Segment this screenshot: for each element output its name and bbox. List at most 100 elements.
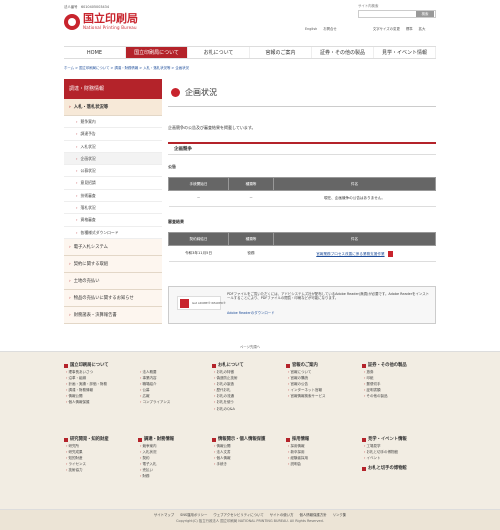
footer-link[interactable]: 技術協力: [64, 467, 138, 473]
nav-banknotes[interactable]: お札について: [188, 47, 250, 58]
sidebar-sub-item[interactable]: 調達予告: [64, 128, 162, 141]
adobe-badge-text: Get ADOBE® READER®: [192, 301, 226, 305]
footer-bar-link[interactable]: 個人情報保護方針: [299, 513, 326, 517]
sidebar-sub-item[interactable]: 入札状況: [64, 140, 162, 153]
sidebar-title[interactable]: 調達・財務情報: [64, 79, 162, 99]
site-header: 法人番号 6010405003434 国立印刷局 National Printi…: [0, 0, 500, 44]
sidebar-sub-item[interactable]: 技術審査: [64, 189, 162, 203]
font-size-normal-button[interactable]: 標準: [406, 27, 413, 31]
footer-col-research: 研究開発・知的財産 研究所 研究成果 知的財産 ライセンス 技術協力: [64, 436, 138, 473]
footer-bar-link[interactable]: SNS運用ポリシー: [180, 513, 207, 517]
logo-mark-icon: [64, 13, 80, 30]
site-logo[interactable]: 国立印刷局 National Printing Bureau: [64, 13, 138, 30]
col-header: 種類等: [228, 177, 274, 191]
result-label: 審査結果: [168, 219, 184, 224]
sidebar-sub-item[interactable]: 資格審査: [64, 214, 162, 227]
cell-type: －: [228, 190, 274, 207]
footer-bar-link[interactable]: サイトの使い方: [270, 513, 294, 517]
footer-link[interactable]: コンプライアンス: [138, 399, 212, 405]
logo-text-en: National Printing Bureau: [83, 25, 137, 30]
sidebar-sub-item-current[interactable]: 企画状況: [64, 152, 162, 166]
footer-heading[interactable]: 調達・財務情報: [138, 436, 212, 443]
title-bullet-icon: [171, 88, 180, 97]
nav-home[interactable]: HOME: [64, 47, 126, 58]
col-header: 件名: [273, 177, 436, 191]
notice-label: 公告: [168, 164, 176, 169]
footer-col-recruit: 採用情報 採用情報 新卒採用 経験者採用 説明会: [286, 436, 360, 467]
footer-heading[interactable]: 見学・イベント情報: [362, 436, 436, 443]
intro-text: 企画競争の公告及び審査結果を掲載しています。: [168, 125, 256, 130]
footer-bar: サイトマップ SNS運用ポリシー ウェブアクセシビリティについて サイトの使い方…: [0, 509, 500, 530]
nav-tours[interactable]: 見学・イベント情報: [374, 47, 436, 58]
nav-gazette[interactable]: 官報のご案内: [250, 47, 312, 58]
footer-col-products: 証券・その他の製品 旅券 印紙 郵便切手 証明書類 その他の製品: [362, 362, 436, 399]
adobe-reader-download-link[interactable]: Adobe Readerのダウンロード: [227, 311, 275, 315]
footer-heading[interactable]: 官報のご案内: [286, 362, 360, 369]
font-size-label: 文字サイズの変更: [372, 27, 400, 31]
page-top-link[interactable]: ページ先頭へ: [0, 345, 500, 349]
table-row: 令和3年11月5日 役務 官報業務プロセス改善に係る業務支援作業: [168, 245, 436, 262]
logo-text-jp: 国立印刷局: [83, 12, 138, 25]
footer-link[interactable]: その他の製品: [362, 393, 436, 399]
footer-bar-link[interactable]: サイトマップ: [154, 513, 174, 517]
sidebar-item[interactable]: 契約に関する取組: [64, 255, 162, 273]
subject-pdf-link[interactable]: 官報業務プロセス改善に係る業務支援作業: [316, 252, 384, 256]
sidebar-item[interactable]: 土地の売払い: [64, 272, 162, 290]
footer-heading[interactable]: 採用情報: [286, 436, 360, 443]
footer-link[interactable]: 個人情報保護: [64, 399, 138, 405]
result-table: 契約締結日 種類等 件名 令和3年11月5日 役務 官報業務プロセス改善に係る業…: [168, 232, 436, 262]
footer-bar-link[interactable]: リンク集: [333, 513, 347, 517]
cell-subject: 官報業務プロセス改善に係る業務支援作業: [273, 245, 436, 262]
footer-bar-links: サイトマップ SNS運用ポリシー ウェブアクセシビリティについて サイトの使い方…: [0, 513, 500, 517]
notice-table: 手続開始日 種類等 件名 － － 現在、企画競争の公告はありません。: [168, 177, 436, 207]
corporate-number: 法人番号 6010405003434: [64, 5, 109, 9]
page-title: 企画状況: [185, 88, 217, 97]
sidebar-item[interactable]: 財務諸表・決算報告書: [64, 306, 162, 324]
footer-heading[interactable]: お札について: [212, 362, 286, 369]
copyright: Copyright(C) 独立行政法人 国立印刷局 NATIONAL PRINT…: [176, 519, 324, 524]
cell-date: 令和3年11月5日: [168, 245, 229, 262]
sidebar-sub-item[interactable]: 各種様式ダウンロード: [64, 226, 162, 239]
cell-date: －: [168, 190, 229, 207]
footer-link[interactable]: 官報情報検索サービス: [286, 393, 360, 399]
col-header: 件名: [273, 232, 436, 246]
sidebar-item[interactable]: 物品の売払いに関するお知らせ: [64, 289, 162, 307]
footer-link[interactable]: イベント: [362, 455, 436, 461]
footer-heading[interactable]: 研究開発・知的財産: [64, 436, 138, 443]
footer-heading[interactable]: 情報開示・個人情報保護: [212, 436, 286, 443]
breadcrumb[interactable]: ホーム > 国立印刷局について > 調達・財務情報 > 入札・落札状況等 > 企…: [64, 66, 189, 70]
footer-bar-link[interactable]: ウェブアクセシビリティについて: [213, 513, 263, 517]
footer-col-banknotes: お札について お札の特徴 偽造防止技術 お札の製造 歴代お札 お札の流通 お札を…: [212, 362, 286, 412]
footer-heading[interactable]: 証券・その他の製品: [362, 362, 436, 369]
col-header: 種類等: [228, 232, 274, 246]
section-heading: 企画競争: [168, 142, 436, 155]
sidebar-item[interactable]: 電子入札システム: [64, 238, 162, 256]
contact-link[interactable]: お問合せ: [323, 27, 337, 31]
site-footer: 国立印刷局について 理事長あいさつ 沿革・組織 計画・実績・評価・財務 調達・財…: [0, 351, 500, 530]
footer-link[interactable]: 手続き: [212, 461, 286, 467]
footer-heading[interactable]: 国立印刷局について: [64, 362, 138, 369]
footer-col-procurement: 調達・財務情報 競争案内 入札状況 契約 電子入札 売払い 財務: [138, 436, 212, 480]
sidebar-item-bidding[interactable]: 入札・落札状況等: [64, 99, 162, 116]
pdf-notice-text: PDFファイルをご覧いただくには、アドビシステムズ社が配布しているAdobe R…: [227, 292, 430, 301]
cell-type: 役務: [228, 245, 274, 262]
sidebar-sub-item[interactable]: 意見招請: [64, 177, 162, 190]
cell-subject: 現在、企画競争の公告はありません。: [273, 190, 436, 207]
nav-products[interactable]: 証券・その他の製品: [312, 47, 374, 58]
nav-about[interactable]: 国立印刷局について: [126, 47, 188, 58]
pdf-icon: [387, 250, 393, 257]
search-button[interactable]: 検索: [416, 11, 434, 17]
font-size-large-button[interactable]: 拡大: [419, 27, 426, 31]
english-link[interactable]: English: [305, 27, 317, 31]
sidebar: 調達・財務情報 入札・落札状況等 競争案内 調達予告 入札状況 企画状況 公募状…: [64, 79, 162, 324]
footer-link[interactable]: 財務: [138, 473, 212, 479]
sidebar-sub-item[interactable]: 落札状況: [64, 202, 162, 215]
footer-link[interactable]: お札のQ&A: [212, 406, 286, 412]
footer-heading-museum[interactable]: お札と切手の博物館: [362, 465, 436, 472]
footer-link[interactable]: 説明会: [286, 461, 360, 467]
page-title-bar: 企画状況: [168, 79, 436, 107]
pdf-notice-box: Get ADOBE® READER® PDFファイルをご覧いただくには、アドビシ…: [168, 286, 436, 324]
get-adobe-reader-badge[interactable]: Get ADOBE® READER®: [177, 296, 226, 310]
sidebar-sub-item[interactable]: 公募状況: [64, 165, 162, 178]
sidebar-sub-item[interactable]: 競争案内: [64, 116, 162, 129]
